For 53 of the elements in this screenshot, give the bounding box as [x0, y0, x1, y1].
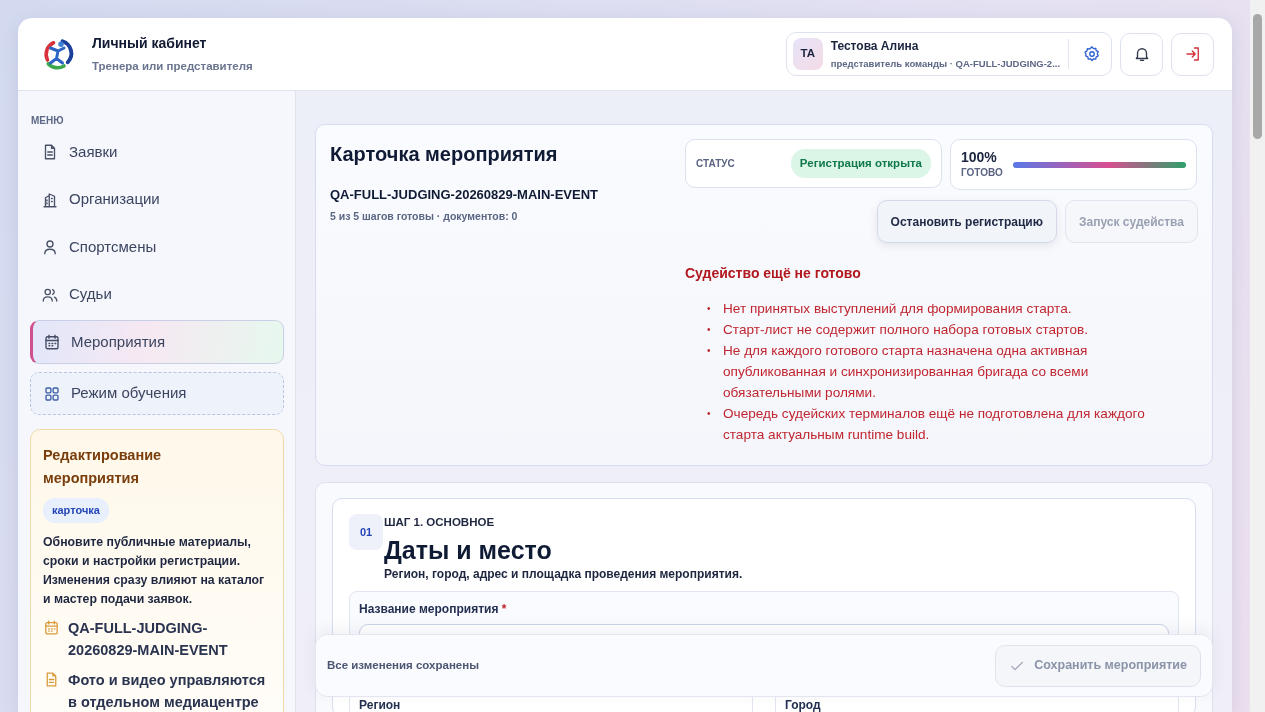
status-label: СТАТУС — [696, 157, 735, 171]
step-description: Регион, город, адрес и площадка проведения мероприятия. — [384, 566, 743, 584]
field-label: Регион — [359, 699, 401, 712]
step-title: Даты и место — [384, 535, 553, 566]
calendar-icon — [43, 618, 60, 636]
step-kicker: ШАГ 1. ОСНОВНОЕ — [384, 515, 496, 530]
progress-summary: 5 из 5 шагов готовы · документов: 0 — [330, 208, 519, 224]
card-text: Обновите публичные материалы, сроки и настройки регистрации. Изменения сразу влияют на каталог и мастер подачи заявок. — [43, 533, 266, 608]
warning-item: Очередь судейских терминалов ещё не подготовлена для каждого старта актуальным runtime build. — [723, 405, 1146, 444]
notifications-button[interactable] — [1120, 32, 1163, 76]
warning-title: Судейство ещё не готово — [685, 264, 862, 283]
sidebar-item[interactable]: Мероприятия — [30, 320, 284, 364]
bullet: • — [707, 323, 712, 337]
logout-button[interactable] — [1171, 32, 1214, 76]
app-title: Личный кабинет — [92, 33, 208, 53]
bullet: • — [707, 344, 712, 358]
app-subtitle: Тренера или представителя — [92, 58, 253, 74]
settings-icon[interactable] — [1083, 45, 1101, 63]
warning-item: Не для каждого готового старта назначена одна активная опубликованная и синхронизированная бригада со всеми обязательными ролями. — [723, 342, 1090, 402]
field-label: Название мероприятия * — [359, 601, 508, 619]
field-label: Город — [785, 699, 821, 712]
bullet: • — [707, 302, 712, 316]
readiness-label: ГОТОВО — [961, 166, 1003, 180]
logout-icon — [1183, 45, 1202, 63]
bullet: • — [707, 407, 712, 421]
event-code: QA-FULL-JUDGING-20260829-MAIN-EVENT — [330, 186, 599, 204]
scrollbar[interactable] — [1250, 0, 1265, 712]
warning-item: Нет принятых выступлений для формирования старта. — [723, 300, 1072, 318]
status-badge: Регистрация открыта — [790, 148, 931, 179]
user-avatar: ТА — [793, 38, 823, 70]
sidebar-item[interactable]: Заявки — [30, 130, 284, 174]
warning-item: Старт-лист не содержит полного набора готовых стартов. — [723, 321, 1088, 339]
readiness-percent: 100% — [961, 149, 998, 165]
tag: карточка — [43, 498, 109, 523]
fact-text: Фото и видео управляются в отдельном медиацентре — [68, 670, 267, 712]
sidebar-item[interactable]: Организации — [30, 177, 284, 222]
fact-text: QA-FULL-JUDGING-20260829-MAIN-EVENT — [68, 618, 229, 660]
menu-heading: МЕНЮ — [30, 114, 65, 128]
training-mode-button[interactable]: Режим обучения — [30, 372, 284, 415]
user-role: представитель команды · QA-FULL-JUDGING-2... — [830, 56, 1061, 71]
action-button[interactable]: Остановить регистрацию — [876, 200, 1057, 243]
person-icon — [41, 238, 59, 256]
grid-icon — [43, 384, 61, 403]
user-name: Тестова Алина — [830, 37, 920, 55]
calendar-icon — [43, 333, 61, 351]
card-title: Редактирование мероприятия — [43, 446, 163, 488]
save-status: Все изменения сохранены — [327, 657, 479, 673]
page-title: Карточка мероприятия — [330, 142, 559, 167]
step-number: 01 — [349, 514, 383, 550]
user-card[interactable]: ТА Тестова Алина представитель команды · QA-FULL-JUDGING-2... — [786, 32, 1112, 76]
sidebar-item[interactable]: Спортсмены — [30, 225, 284, 269]
building-icon — [41, 190, 59, 209]
sidebar-item[interactable]: Судьи — [30, 272, 284, 317]
